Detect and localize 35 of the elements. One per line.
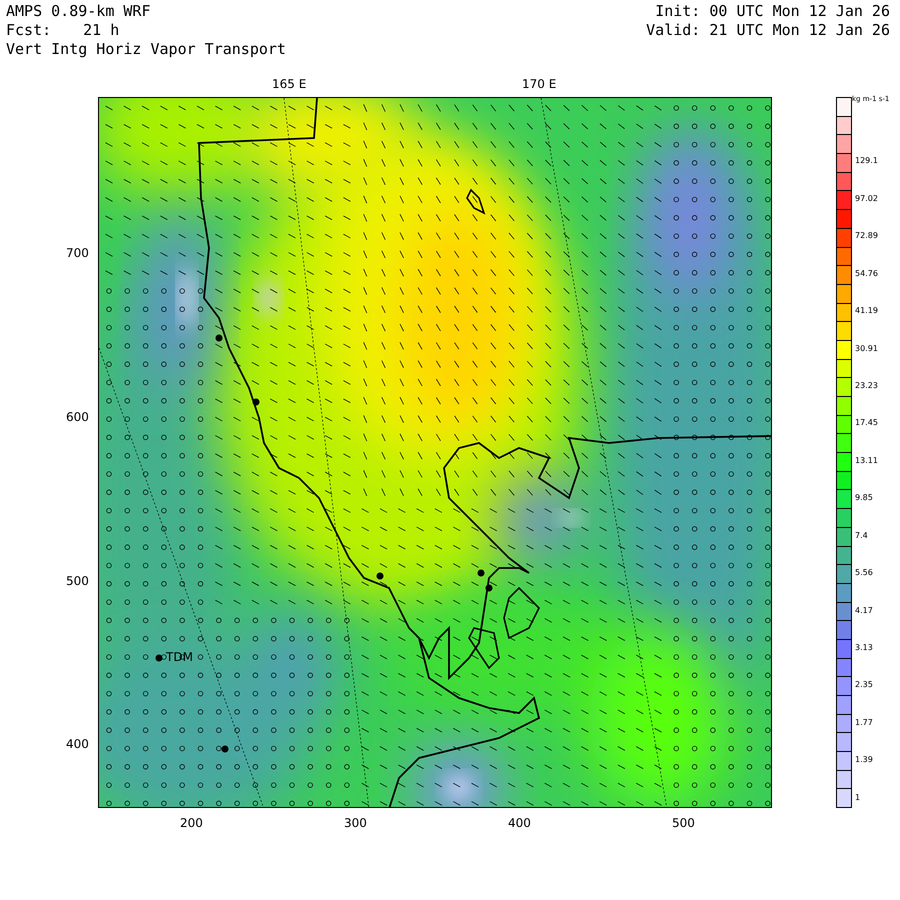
colorbar-label: 54.76 <box>855 268 878 278</box>
colorbar-label: 7.4 <box>855 530 868 540</box>
y-axis-tick-label: 500 <box>66 574 89 588</box>
colorbar-label: 17.45 <box>855 418 878 428</box>
colorbar-label: 30.91 <box>855 344 878 353</box>
y-axis-tick-label: 600 <box>66 410 89 424</box>
x-axis-tick-label: 300 <box>344 816 367 830</box>
colorbar-label: 13.11 <box>855 456 878 465</box>
colorbar-label: 97.02 <box>855 194 878 203</box>
longitude-label: 170 E <box>522 77 556 91</box>
colorbar-label: 129.1 <box>855 156 878 166</box>
longitude-label: 165 E <box>272 77 306 91</box>
y-axis-tick-label: 700 <box>66 246 89 260</box>
init-time: Init: 00 UTC Mon 12 Jan 26 <box>655 2 890 21</box>
x-axis-tick-label: 200 <box>180 816 203 830</box>
x-axis-tick-label: 500 <box>672 816 695 830</box>
colorbar-label: 72.89 <box>855 231 878 240</box>
x-axis-tick-label: 400 <box>508 816 531 830</box>
field-title: Vert Intg Horiz Vapor Transport <box>6 40 286 59</box>
y-axis-tick-label: 400 <box>66 737 89 751</box>
colorbar-label: 4.17 <box>855 606 873 615</box>
colorbar-label: 1 <box>855 792 860 802</box>
station-label: TDM <box>166 650 193 664</box>
colorbar-label: 1.39 <box>855 755 873 764</box>
colorbar-label: 1.77 <box>855 718 873 727</box>
forecast-hours: 21 h <box>83 21 120 40</box>
colorbar-label: 41.19 <box>855 306 878 316</box>
colorbar-label: 3.13 <box>855 642 873 652</box>
colorbar-label: 5.56 <box>855 568 873 578</box>
colorbar-label: 2.35 <box>855 680 873 690</box>
colorbar-label: 9.85 <box>855 493 873 502</box>
colorbar-label: 23.23 <box>855 381 878 390</box>
model-title: AMPS 0.89-km WRF <box>6 2 152 21</box>
forecast-label: Fcst: <box>6 21 52 40</box>
valid-time: Valid: 21 UTC Mon 12 Jan 26 <box>646 21 890 40</box>
